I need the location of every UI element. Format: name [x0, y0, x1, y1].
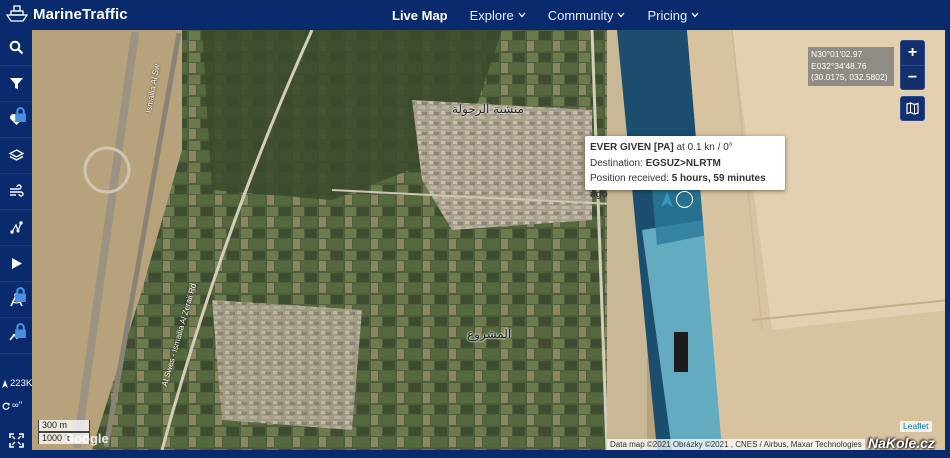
search-icon: [9, 40, 23, 55]
filter-button[interactable]: [0, 66, 32, 102]
zoom-out-button[interactable]: −: [901, 65, 924, 89]
coordinates-readout: N30°01'02.97 E032°34'48.76 (30.0175, 032…: [808, 47, 894, 86]
top-navigation: MarineTraffic Live Map Explore Community…: [0, 0, 950, 30]
layers-icon: [8, 149, 24, 161]
nav-pricing[interactable]: Pricing: [647, 8, 699, 23]
map-icon: [906, 102, 919, 115]
watermark: NaKole.cz: [868, 435, 935, 451]
wind-icon: [9, 184, 24, 197]
fullscreen-button[interactable]: [0, 422, 32, 458]
refresh-status[interactable]: ∞": [2, 400, 22, 411]
lock-icon: [15, 107, 26, 122]
decimal-coordinates: (30.0175, 032.5802): [811, 72, 888, 82]
fullscreen-icon: [8, 432, 24, 448]
place-label: المشروع: [467, 327, 512, 341]
lock-icon: [15, 323, 26, 338]
map-canvas[interactable]: منشية الرحولة المشروع Al Swes - Ismailia…: [32, 30, 950, 450]
leaflet-link[interactable]: Leaflet: [900, 421, 932, 432]
chevron-down-icon: [617, 12, 625, 18]
refresh-icon: [2, 402, 10, 410]
position-label: Position received:: [590, 173, 669, 184]
vessel-count-value: 223K: [10, 378, 33, 389]
chevron-down-icon: [691, 12, 699, 18]
filter-icon: [9, 78, 23, 89]
nav-label: Community: [547, 7, 614, 23]
nav-label: Pricing: [647, 7, 688, 23]
nav-community[interactable]: Community: [548, 8, 626, 23]
compass-button[interactable]: [0, 282, 32, 318]
map-layers-button[interactable]: [900, 96, 925, 121]
marinetraffic-screen: منشية الرحولة المشروع Al Swes - Ismailia…: [0, 0, 950, 458]
playback-button[interactable]: [0, 246, 32, 282]
google-logo: Google: [64, 431, 109, 446]
brand-name: MarineTraffic: [33, 5, 128, 23]
nav-label: Live Map: [392, 7, 448, 23]
weather-button[interactable]: [0, 174, 32, 210]
lock-icon: [15, 287, 26, 302]
main-nav: Live Map Explore Community Pricing: [392, 0, 721, 30]
place-label: منشية الرحولة: [452, 102, 524, 116]
ship-icon: [2, 379, 8, 388]
destination-line: Destination: EGSUZ>NLRTM: [590, 156, 780, 172]
vessel-name[interactable]: EVER GIVEN [PA]: [590, 142, 674, 153]
layers-button[interactable]: [0, 138, 32, 174]
nav-explore[interactable]: Explore: [470, 8, 526, 23]
nav-live-map[interactable]: Live Map: [392, 8, 448, 23]
popup-title-line: EVER GIVEN [PA] at 0.1 kn / 0°: [590, 140, 780, 156]
destination-value: EGSUZ>NLRTM: [645, 157, 721, 169]
zoom-control: + −: [900, 40, 925, 90]
longitude: E032°34'48.76: [811, 60, 867, 71]
map-tools-sidebar: 223K ∞": [0, 30, 32, 458]
vessel-popup: EVER GIVEN [PA] at 0.1 kn / 0° Destinati…: [585, 136, 785, 200]
vessel-count: 223K: [2, 378, 32, 389]
measure-button[interactable]: [0, 210, 32, 246]
nav-label: Explore: [469, 7, 514, 23]
map-frame: [945, 30, 950, 458]
route-icon: [9, 221, 23, 234]
vessel-marker[interactable]: [676, 191, 693, 208]
favourites-button[interactable]: [0, 102, 32, 138]
brand[interactable]: MarineTraffic: [6, 4, 128, 24]
chevron-down-icon: [518, 12, 526, 18]
refresh-interval: ∞": [12, 400, 23, 411]
speed-course: at 0.1 kn / 0°: [676, 142, 733, 153]
map-attribution: Data map ©2021 Obrázky ©2021 , CNES / Ai…: [607, 439, 865, 450]
ship-logo-icon: [6, 5, 28, 22]
zoom-in-button[interactable]: +: [901, 41, 924, 65]
analytics-button[interactable]: [0, 318, 32, 354]
play-icon: [11, 258, 22, 269]
ship-arrow-icon[interactable]: [660, 192, 674, 208]
satellite-imagery: [32, 30, 950, 450]
latitude: N30°01'02.97: [811, 49, 863, 59]
map-frame: [0, 450, 950, 458]
search-button[interactable]: [0, 30, 32, 66]
destination-label: Destination:: [590, 157, 643, 169]
